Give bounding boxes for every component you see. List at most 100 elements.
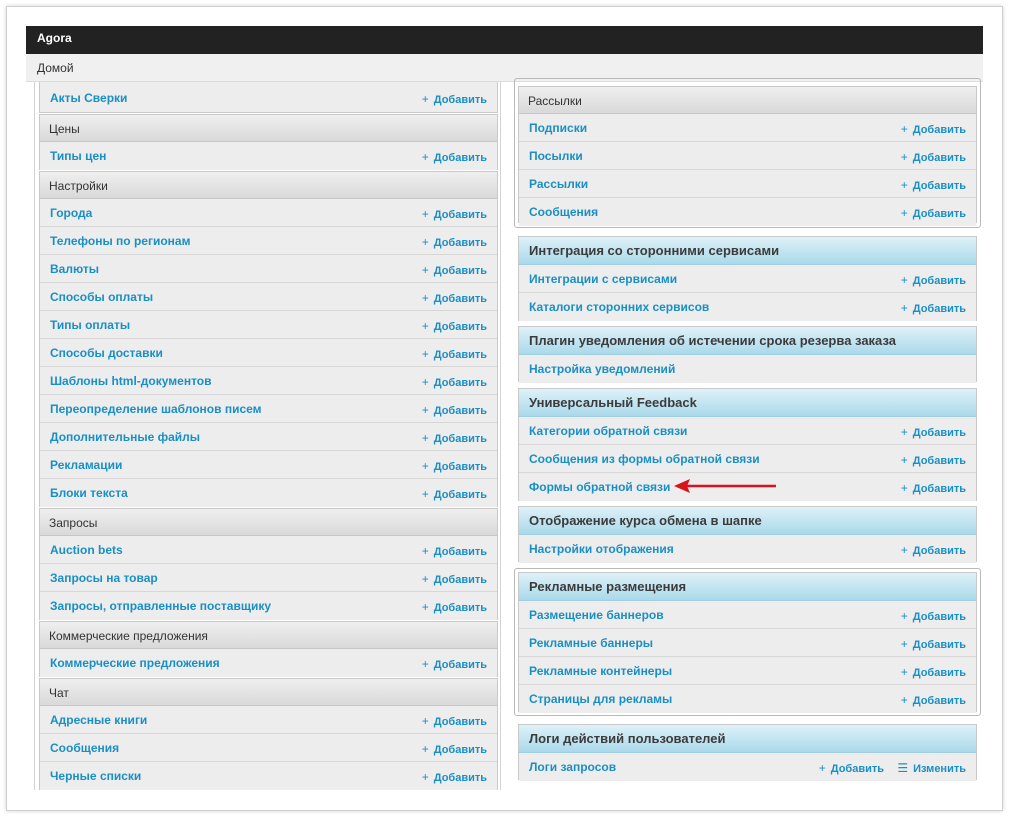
add-button[interactable]: + Добавить [901, 453, 966, 467]
link-ad-containers[interactable]: Рекламные контейнеры [529, 664, 672, 678]
link-extra-files[interactable]: Дополнительные файлы [50, 430, 200, 444]
add-button[interactable]: + Добавить [422, 600, 487, 614]
add-button[interactable]: + Добавить [901, 206, 966, 220]
link-complaints[interactable]: Рекламации [50, 458, 122, 472]
link-display-settings[interactable]: Настройки отображения [529, 542, 674, 556]
add-button[interactable]: + Добавить [422, 319, 487, 333]
list-item[interactable]: Рассылки + Добавить [519, 170, 976, 198]
add-button[interactable]: + Добавить [422, 207, 487, 221]
add-button[interactable]: + Добавить [422, 572, 487, 586]
add-button[interactable]: + Добавить [422, 714, 487, 728]
list-item[interactable]: Каталоги сторонних сервисов + Добавить [519, 293, 976, 321]
list-item[interactable]: Способы оплаты + Добавить [40, 283, 497, 311]
add-button[interactable]: + Добавить [901, 481, 966, 495]
list-item[interactable]: Настройка уведомлений [519, 355, 976, 383]
link-text-blocks[interactable]: Блоки текста [50, 486, 128, 500]
add-button[interactable]: + Добавить [901, 425, 966, 439]
link-payment-methods[interactable]: Способы оплаты [50, 290, 153, 304]
add-button[interactable]: + Добавить [901, 301, 966, 315]
link-service-integrations[interactable]: Интеграции с сервисами [529, 272, 677, 286]
link-ad-banners[interactable]: Рекламные баннеры [529, 636, 653, 650]
link-chat-messages[interactable]: Сообщения [50, 741, 119, 755]
add-button[interactable]: + Добавить [422, 487, 487, 501]
link-feedback-categories[interactable]: Категории обратной связи [529, 424, 687, 438]
list-item[interactable]: Сообщения из формы обратной связи + Добави… [519, 445, 976, 473]
link-currencies[interactable]: Валюты [50, 262, 99, 276]
link-subscriptions[interactable]: Подписки [529, 121, 587, 135]
link-reconciliation-acts[interactable]: Акты Сверки [50, 91, 127, 105]
list-item[interactable]: Рекламные контейнеры + Добавить [519, 657, 976, 685]
link-delivery-methods[interactable]: Способы доставки [50, 346, 163, 360]
add-button[interactable]: + Добавить [422, 544, 487, 558]
link-banner-placement[interactable]: Размещение баннеров [529, 608, 664, 622]
list-item[interactable]: Сообщения + Добавить [519, 198, 976, 226]
list-item[interactable]: Сообщения + Добавить [40, 734, 497, 762]
list-item[interactable]: Типы цен + Добавить [40, 142, 497, 170]
add-button[interactable]: + Добавить [422, 150, 487, 164]
list-item[interactable]: Адресные книги + Добавить [40, 706, 497, 734]
list-item[interactable]: Логи запросов + Добавить ☰ Изменить [519, 753, 976, 781]
breadcrumb-home[interactable]: Домой [37, 61, 74, 75]
list-item[interactable]: Типы оплаты + Добавить [40, 311, 497, 339]
list-item[interactable]: Коммерческие предложения + Добавить [40, 649, 497, 677]
link-mailings[interactable]: Рассылки [529, 177, 588, 191]
list-item[interactable]: Настройки отображения + Добавить [519, 535, 976, 563]
link-auction-bets[interactable]: Auction bets [50, 543, 123, 557]
list-item[interactable]: Страницы для рекламы + Добавить [519, 685, 976, 713]
link-supplier-requests[interactable]: Запросы, отправленные поставщику [50, 599, 271, 613]
list-item[interactable]: Шаблоны html-документов + Добавить [40, 367, 497, 395]
add-button[interactable]: + Добавить [422, 459, 487, 473]
list-item[interactable]: Интеграции с сервисами + Добавить [519, 265, 976, 293]
link-mailing-messages[interactable]: Сообщения [529, 205, 598, 219]
link-feedback-forms[interactable]: Формы обратной связи [529, 480, 670, 494]
list-item[interactable]: Города + Добавить [40, 199, 497, 227]
list-item[interactable]: Телефоны по регионам + Добавить [40, 227, 497, 255]
link-request-logs[interactable]: Логи запросов [529, 760, 616, 774]
add-button[interactable]: + Добавить [422, 742, 487, 756]
add-button[interactable]: + Добавить [901, 609, 966, 623]
link-email-template-override[interactable]: Переопределение шаблонов писем [50, 402, 262, 416]
list-item[interactable]: Валюты + Добавить [40, 255, 497, 283]
list-item[interactable]: Размещение баннеров + Добавить [519, 601, 976, 629]
list-item[interactable]: Блоки текста + Добавить [40, 479, 497, 507]
link-cities[interactable]: Города [50, 206, 92, 220]
add-button[interactable]: + Добавить [422, 403, 487, 417]
add-button[interactable]: + Добавить [422, 235, 487, 249]
link-notification-settings[interactable]: Настройка уведомлений [529, 362, 675, 376]
link-region-phones[interactable]: Телефоны по регионам [50, 234, 190, 248]
list-item[interactable]: Акты Сверки + Добавить [40, 82, 497, 112]
add-button[interactable]: + Добавить [422, 770, 487, 784]
add-button[interactable]: + Добавить [422, 92, 487, 106]
list-item[interactable]: Переопределение шаблонов писем + Добавить [40, 395, 497, 423]
list-item[interactable]: Запросы, отправленные поставщику + Добавит… [40, 592, 497, 620]
list-item[interactable]: Способы доставки + Добавить [40, 339, 497, 367]
link-ad-pages[interactable]: Страницы для рекламы [529, 692, 672, 706]
link-price-types[interactable]: Типы цен [50, 149, 106, 163]
link-parcels[interactable]: Посылки [529, 149, 583, 163]
link-address-books[interactable]: Адресные книги [50, 713, 147, 727]
add-button[interactable]: + Добавить [901, 122, 966, 136]
add-button[interactable]: + Добавить [901, 150, 966, 164]
link-commercial-offers[interactable]: Коммерческие предложения [50, 656, 220, 670]
add-button[interactable]: + Добавить [422, 375, 487, 389]
link-html-templates[interactable]: Шаблоны html-документов [50, 374, 212, 388]
list-item[interactable]: Auction bets + Добавить [40, 536, 497, 564]
link-payment-types[interactable]: Типы оплаты [50, 318, 130, 332]
add-button[interactable]: + Добавить [422, 347, 487, 361]
add-button[interactable]: + Добавить [901, 178, 966, 192]
edit-button[interactable]: ☰ Изменить [897, 761, 966, 775]
link-feedback-form-messages[interactable]: Сообщения из формы обратной связи [529, 452, 760, 466]
list-item[interactable]: Дополнительные файлы + Добавить [40, 423, 497, 451]
link-blacklists[interactable]: Черные списки [50, 769, 141, 783]
add-button[interactable]: + Добавить [901, 637, 966, 651]
add-button[interactable]: + Добавить [901, 543, 966, 557]
add-button[interactable]: + Добавить [422, 431, 487, 445]
list-item[interactable]: Рекламные баннеры + Добавить [519, 629, 976, 657]
add-button[interactable]: + Добавить [901, 693, 966, 707]
add-button[interactable]: + Добавить [422, 291, 487, 305]
list-item[interactable]: Категории обратной связи + Добавить [519, 417, 976, 445]
add-button[interactable]: + Добавить [422, 263, 487, 277]
list-item[interactable]: Рекламации + Добавить [40, 451, 497, 479]
link-product-requests[interactable]: Запросы на товар [50, 571, 158, 585]
list-item[interactable]: Подписки + Добавить [519, 114, 976, 142]
